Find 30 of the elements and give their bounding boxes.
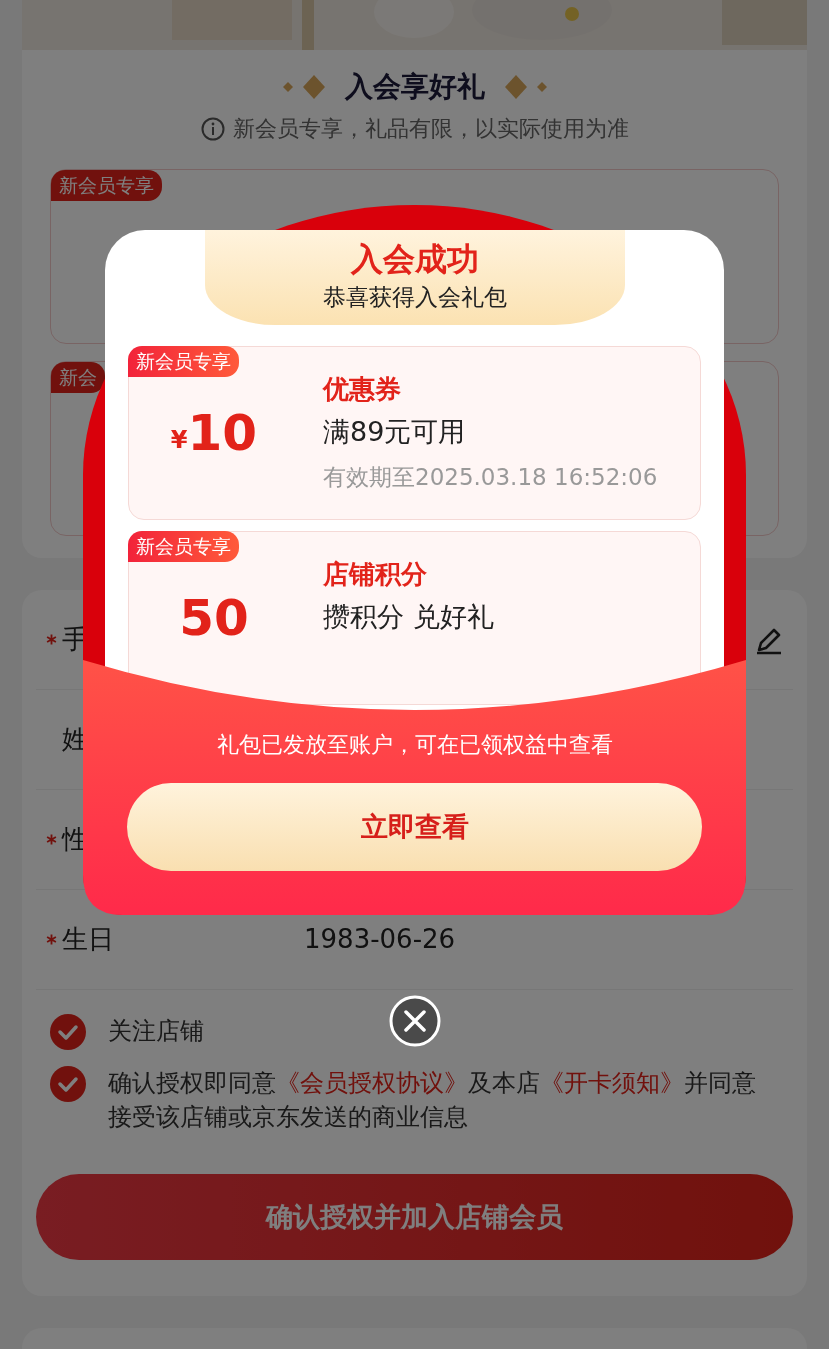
checkbox[interactable]: [50, 1014, 86, 1050]
gift-condition: 攒积分 兑好礼: [323, 600, 494, 634]
field-value: 1983-06-26: [304, 923, 456, 956]
member-tag: 新会员专享: [128, 346, 239, 377]
section-title: 入会享好礼: [344, 69, 485, 105]
agreement-text: 确认授权即同意《会员授权协议》及本店《开卡须知》并同意接受该店铺或京东发送的商业信息: [108, 1068, 757, 1133]
gift-name: 店铺积分: [323, 558, 428, 591]
view-button[interactable]: 立即查看: [127, 783, 702, 871]
currency-sign: ¥: [170, 425, 188, 456]
field-label: 手: [62, 623, 88, 656]
checkbox[interactable]: [50, 1066, 86, 1102]
notice-text: 新会员专享，礼品有限，以实际使用为准: [232, 115, 629, 143]
agreement-link[interactable]: 《开卡须知》: [540, 1069, 684, 1097]
validity-text: 有效期至2025.03.18 16:52:06: [323, 463, 658, 492]
gift-amount: 10: [187, 402, 258, 464]
option-label: 关注店铺: [108, 1016, 204, 1047]
gift-amount: 50: [179, 587, 249, 649]
agreement-link[interactable]: 《会员授权协议》: [276, 1069, 468, 1097]
flap-notice: 礼包已发放至账户，可在已领权益中查看: [216, 731, 613, 759]
popup-title: 入会成功: [349, 239, 480, 280]
popup-subtitle: 恭喜获得入会礼包: [321, 283, 508, 312]
member-tag: 新会: [51, 362, 105, 393]
member-tag: 新会员专享: [128, 531, 239, 562]
info-icon: [200, 116, 225, 141]
close-button[interactable]: [389, 995, 441, 1047]
join-button[interactable]: 确认授权并加入店铺会员: [36, 1174, 793, 1260]
gift-condition: 满89元可用: [323, 415, 467, 449]
field-label: 生日: [62, 923, 114, 956]
gift-name: 优惠券: [323, 373, 402, 406]
member-tag: 新会员专享: [51, 170, 162, 201]
